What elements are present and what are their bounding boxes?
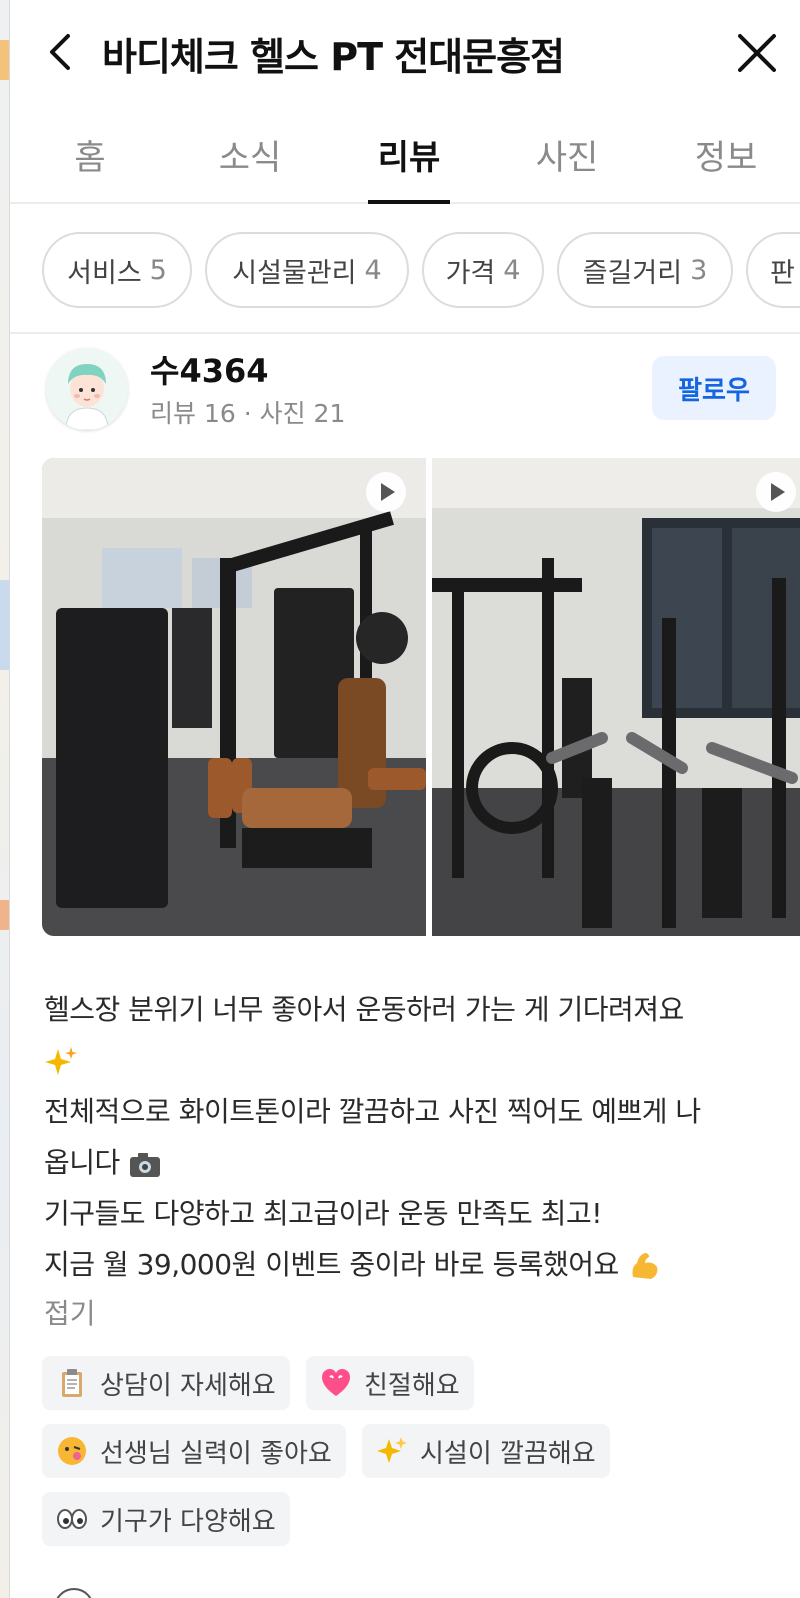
video-play-icon <box>366 472 406 512</box>
chip-label: 서비스 <box>67 257 142 289</box>
close-button[interactable] <box>734 30 780 76</box>
tab-info[interactable]: 정보 <box>686 130 766 204</box>
review-filter-chips: 서비스 5 시설물관리 4 가격 4 즐길거리 3 판 <box>10 204 800 334</box>
next-review-avatar <box>54 1588 94 1598</box>
close-icon <box>738 34 776 72</box>
page-title: 바디체크 헬스 PT 전대문흥점 <box>102 35 565 79</box>
sparkles-icon <box>376 1435 408 1467</box>
sparkles-icon <box>45 1047 77 1075</box>
follow-button[interactable]: 팔로우 <box>652 356 776 420</box>
review-photo[interactable] <box>432 458 800 936</box>
tab-news[interactable]: 소식 <box>210 130 290 204</box>
tag-label: 상담이 자세해요 <box>100 1370 276 1401</box>
keyword-tag: 시설이 깔끔해요 <box>362 1424 610 1478</box>
tab-bar: 홈 소식 리뷰 사진 정보 <box>10 112 800 204</box>
chip-count: 3 <box>690 254 708 286</box>
place-panel: 바디체크 헬스 PT 전대문흥점 홈 소식 리뷰 사진 정보 서비스 5 시설물관… <box>10 0 800 1598</box>
chip-fun[interactable]: 즐길거리 3 <box>557 232 733 308</box>
tab-home[interactable]: 홈 <box>54 130 126 204</box>
tag-label: 시설이 깔끔해요 <box>420 1438 596 1469</box>
avatar[interactable] <box>46 348 128 430</box>
review-line: 기구들도 다양하고 최고급이라 운동 만족도 최고! <box>44 1197 602 1230</box>
keyword-tag: 상담이 자세해요 <box>42 1356 290 1410</box>
gym-photo-image <box>42 458 426 936</box>
camera-icon <box>130 1153 161 1177</box>
chevron-left-icon <box>50 34 70 70</box>
panel-header: 바디체크 헬스 PT 전대문흥점 <box>10 0 800 106</box>
heart-icon <box>320 1367 352 1399</box>
reviewer-name[interactable]: 수4364 <box>150 346 269 392</box>
chip-label: 시설물관리 <box>232 257 357 289</box>
avatar-illustration-icon <box>46 348 128 430</box>
flexed-biceps-icon <box>632 1253 658 1279</box>
keyword-tag: 친절해요 <box>306 1356 474 1410</box>
tag-label: 기구가 다양해요 <box>100 1506 276 1537</box>
chip-count: 4 <box>364 254 382 286</box>
map-marker-icon <box>0 40 9 80</box>
review-line: 지금 월 39,000원 이벤트 중이라 바로 등록했어요 <box>44 1248 619 1281</box>
eyes-icon <box>56 1503 88 1535</box>
map-background <box>0 0 10 1598</box>
keyword-tag: 선생님 실력이 좋아요 <box>42 1424 346 1478</box>
tab-reviews[interactable]: 리뷰 <box>368 130 450 204</box>
chip-price[interactable]: 가격 4 <box>422 232 544 308</box>
chip-count: 5 <box>149 254 167 286</box>
tag-label: 선생님 실력이 좋아요 <box>100 1438 332 1469</box>
map-marker-icon <box>0 900 9 930</box>
reviewer-stats: 리뷰 16 · 사진 21 <box>150 399 346 428</box>
review-line: 옵니다 <box>44 1146 120 1179</box>
video-play-icon <box>756 472 796 512</box>
clipboard-icon <box>56 1367 88 1399</box>
tab-photos[interactable]: 사진 <box>526 130 608 204</box>
tag-label: 친절해요 <box>364 1370 460 1401</box>
face-icon <box>56 1435 88 1467</box>
chip-count: 4 <box>503 254 521 286</box>
collapse-link[interactable]: 접기 <box>44 1292 96 1332</box>
chip-facility[interactable]: 시설물관리 4 <box>205 232 409 308</box>
chip-partial[interactable]: 판 <box>746 232 800 308</box>
chip-label: 가격 <box>445 257 496 289</box>
chip-service[interactable]: 서비스 5 <box>42 232 192 308</box>
back-button[interactable] <box>40 30 80 74</box>
map-road <box>0 580 9 670</box>
review-line: 헬스장 분위기 너무 좋아서 운동하러 가는 게 기다려져요 <box>44 993 684 1026</box>
review-line: 전체적으로 화이트톤이라 깔끔하고 사진 찍어도 예쁘게 나 <box>44 1095 701 1128</box>
chip-label: 판 <box>770 257 795 289</box>
keyword-tag: 기구가 다양해요 <box>42 1492 290 1546</box>
review-photo[interactable] <box>42 458 426 936</box>
chip-label: 즐길거리 <box>582 257 683 289</box>
gym-photo-image <box>432 458 800 936</box>
review-body: 헬스장 분위기 너무 좋아서 운동하러 가는 게 기다려져요 전체적으로 화이트… <box>44 984 794 1290</box>
